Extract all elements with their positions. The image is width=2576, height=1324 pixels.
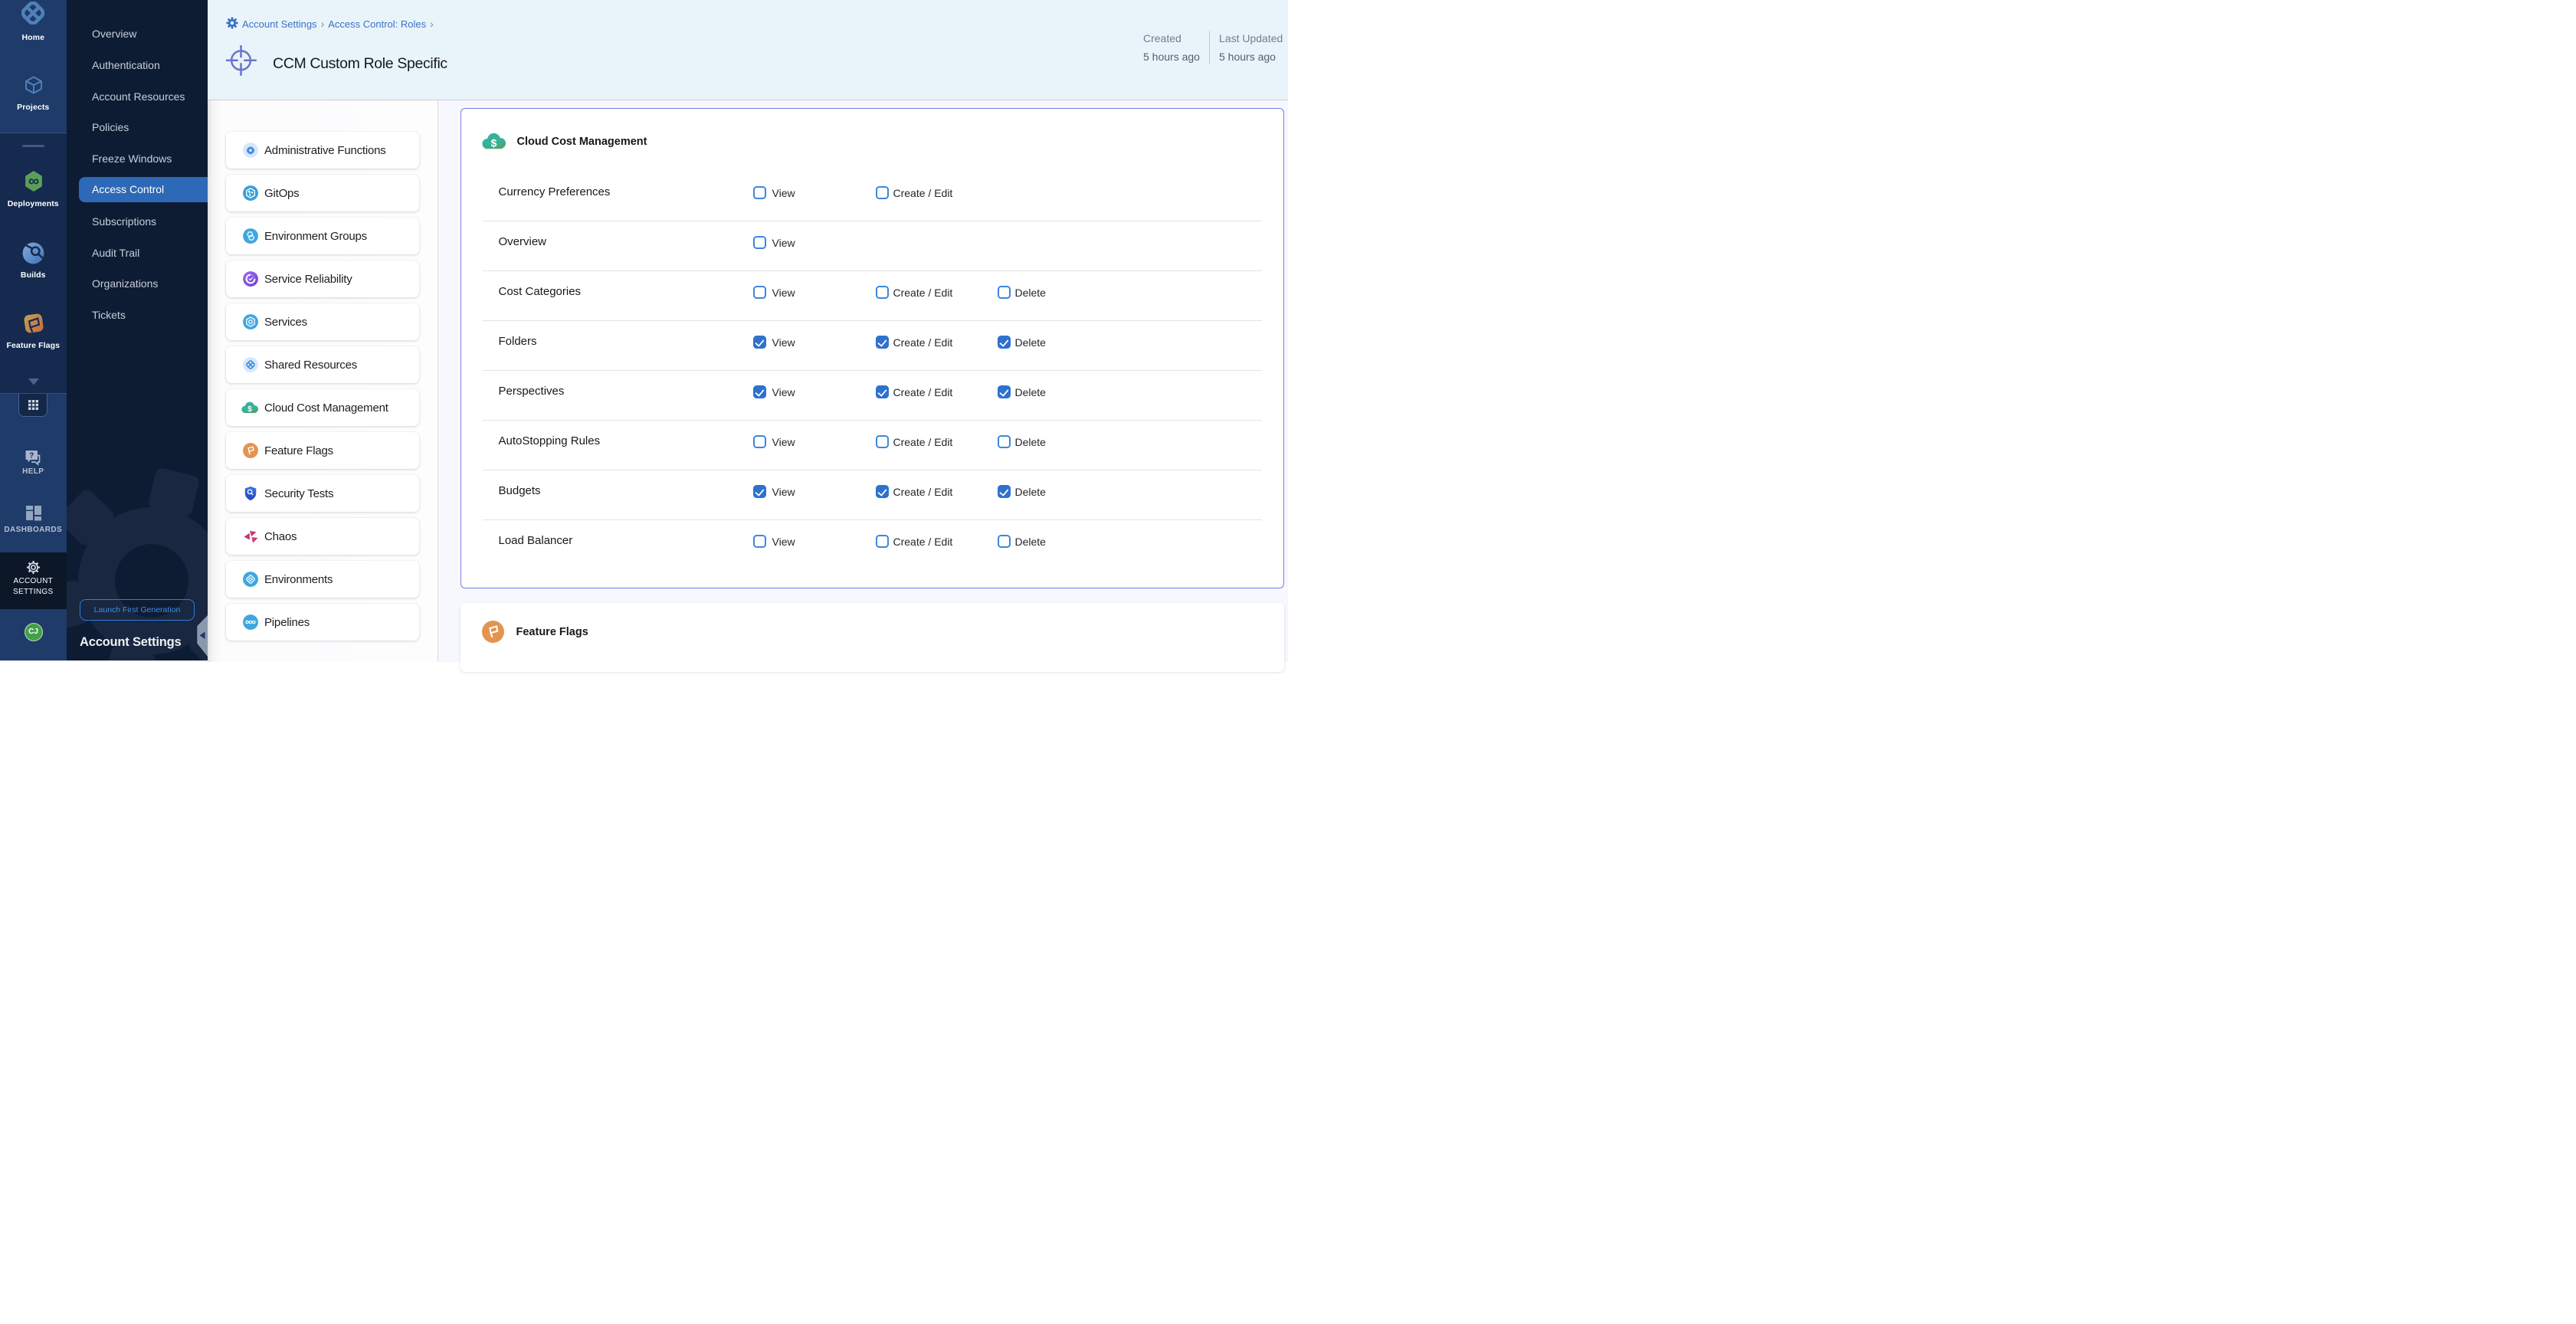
svg-text:?: ? [29, 451, 34, 460]
svg-text:$: $ [490, 136, 497, 149]
svg-text:$: $ [247, 405, 252, 414]
svg-text:∞: ∞ [28, 173, 38, 190]
